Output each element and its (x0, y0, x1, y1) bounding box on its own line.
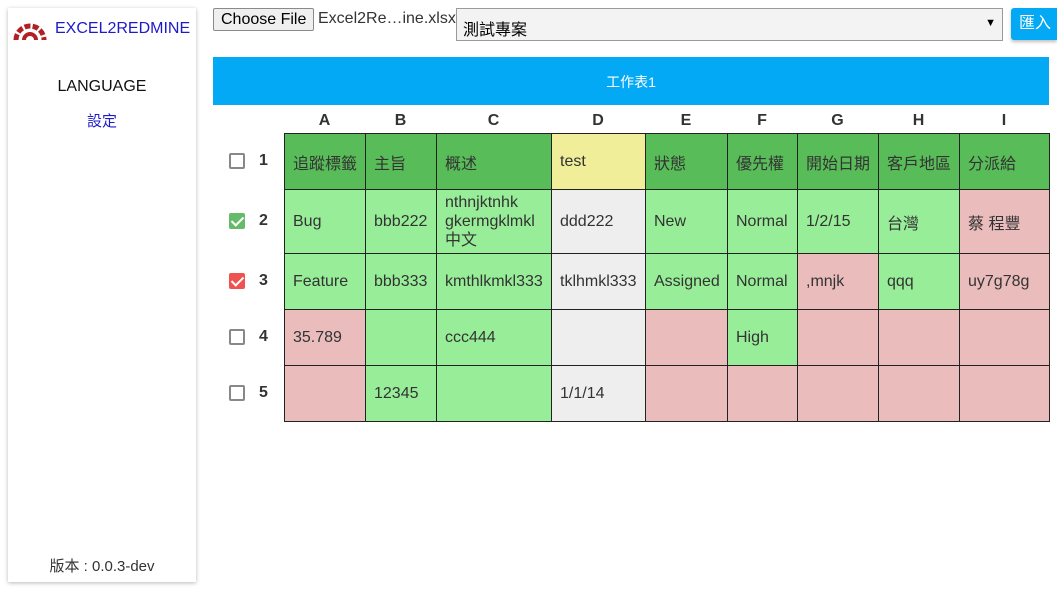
row-checkbox[interactable] (229, 153, 245, 169)
table-cell[interactable]: 1/1/14 (551, 365, 646, 422)
row-number: 2 (259, 212, 268, 229)
row-selector: 2 (229, 189, 268, 253)
import-button[interactable]: 匯入 (1011, 8, 1057, 40)
table-cell[interactable]: 12345 (365, 365, 437, 422)
table-cell[interactable]: Normal (727, 189, 798, 254)
column-header-h: H (912, 112, 925, 129)
row-number: 4 (259, 328, 268, 345)
table-cell[interactable]: 35.789 (284, 309, 366, 366)
row-number: 1 (259, 152, 268, 169)
table-cell[interactable]: ddd222 (551, 189, 646, 254)
column-header-i: I (1001, 112, 1007, 129)
brand[interactable]: EXCEL2REDMINE (13, 16, 190, 42)
header-cell[interactable]: 客戶地區 (878, 133, 960, 190)
dropdown-arrow-icon: ▼ (985, 17, 996, 29)
column-header-g: G (831, 112, 844, 129)
redmine-logo-icon (13, 23, 47, 41)
sidebar: EXCEL2REDMINE LANGUAGE 設定 版本 : 0.0.3-dev (8, 8, 196, 582)
table-cell[interactable]: bbb333 (365, 253, 437, 310)
table-cell[interactable]: uy7g78g (959, 253, 1050, 310)
table-cell[interactable] (645, 365, 728, 422)
table-cell[interactable]: High (727, 309, 798, 366)
table-cell[interactable]: nthnjktnhk gkermgklmkl 中文 (436, 189, 552, 254)
table-cell[interactable]: tklhmkl333 (551, 253, 646, 310)
table-cell[interactable]: Normal (727, 253, 798, 310)
header-cell[interactable]: test (551, 133, 646, 190)
language-label[interactable]: LANGUAGE (8, 78, 196, 96)
brand-title[interactable]: EXCEL2REDMINE (55, 20, 190, 38)
table-cell[interactable]: 蔡 程豐 (959, 189, 1050, 254)
table-cell[interactable]: Bug (284, 189, 366, 254)
version-label: 版本 : 0.0.3-dev (49, 558, 155, 575)
table-cell[interactable] (797, 309, 879, 366)
table-cell[interactable] (878, 309, 960, 366)
column-header-b: B (394, 112, 407, 129)
table-cell[interactable] (959, 309, 1050, 366)
header-cell[interactable]: 狀態 (645, 133, 728, 190)
table-cell[interactable]: 台灣 (878, 189, 960, 254)
header-cell[interactable]: 分派給 (959, 133, 1050, 190)
table-cell[interactable] (878, 365, 960, 422)
header-cell[interactable]: 開始日期 (797, 133, 879, 190)
column-header-d: D (592, 112, 604, 129)
table-cell[interactable] (551, 309, 646, 366)
table-cell[interactable] (436, 365, 552, 422)
file-name: Excel2Re…ine.xlsx (318, 10, 456, 27)
table-cell[interactable]: New (645, 189, 728, 254)
header-cell[interactable]: 優先權 (727, 133, 798, 190)
row-number: 3 (259, 272, 268, 289)
row-selector: 3 (229, 253, 268, 309)
project-select-value: 測試專案 (463, 22, 528, 39)
column-header-e: E (680, 112, 692, 129)
row-selector: 5 (229, 365, 268, 421)
table-cell[interactable]: qqq (878, 253, 960, 310)
table-cell[interactable]: kmthlkmkl333 (436, 253, 552, 310)
column-header-c: C (487, 112, 500, 129)
table-cell[interactable]: ccc444 (436, 309, 552, 366)
row-number: 5 (259, 384, 268, 401)
table-cell[interactable]: Feature (284, 253, 366, 310)
table-cell[interactable] (284, 365, 366, 422)
table-cell[interactable]: bbb222 (365, 189, 437, 254)
row-checkbox[interactable] (229, 273, 245, 289)
column-header-a: A (318, 112, 331, 129)
table-cell[interactable] (797, 365, 879, 422)
header-cell[interactable]: 追蹤標籤 (284, 133, 366, 190)
row-selector: 1 (229, 133, 268, 189)
column-header-f: F (757, 112, 767, 129)
header-cell[interactable]: 概述 (436, 133, 552, 190)
project-select[interactable]: 測試專案 ▼ (456, 8, 1003, 41)
table-cell[interactable]: 1/2/15 (797, 189, 879, 254)
row-checkbox[interactable] (229, 329, 245, 345)
header-cell[interactable]: 主旨 (365, 133, 437, 190)
table-cell[interactable]: ,mnjk (797, 253, 879, 310)
row-checkbox[interactable] (229, 213, 245, 229)
sheet-tab[interactable]: 工作表1 (213, 57, 1049, 105)
table-cell[interactable] (645, 309, 728, 366)
table-cell[interactable] (727, 365, 798, 422)
row-checkbox[interactable] (229, 385, 245, 401)
table-cell[interactable]: Assigned (645, 253, 728, 310)
choose-file-button[interactable]: Choose File (213, 8, 315, 31)
checkmark-icon (230, 273, 245, 287)
settings-link[interactable]: 設定 (8, 110, 196, 131)
checkmark-icon (230, 213, 245, 227)
table-cell[interactable] (959, 365, 1050, 422)
table-cell[interactable] (365, 309, 437, 366)
row-selector: 4 (229, 309, 268, 365)
